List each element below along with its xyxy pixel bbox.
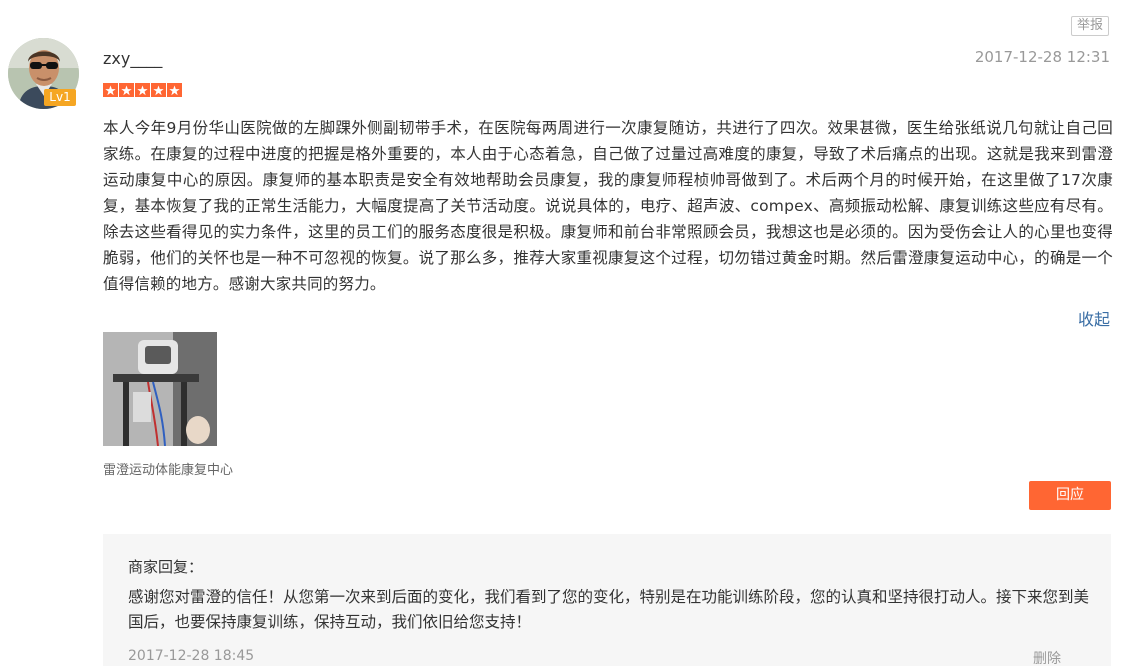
- username[interactable]: zxy____: [103, 49, 162, 68]
- review-timestamp: 2017-12-28 12:31: [974, 48, 1110, 66]
- review-photo-thumbnail[interactable]: [103, 332, 217, 446]
- star-icon: [167, 83, 182, 97]
- photo-caption: 雷澄运动体能康复中心: [103, 463, 234, 478]
- reply-button[interactable]: 回应: [1029, 481, 1111, 510]
- merchant-reply-box: 商家回复： 感谢您对雷澄的信任！从您第一次来到后面的变化，我们看到了您的变化，特…: [103, 534, 1111, 666]
- star-icon: [119, 83, 134, 97]
- merchant-reply-title: 商家回复：: [128, 558, 204, 576]
- star-rating: [103, 83, 182, 97]
- review-text: 本人今年9月份华山医院做的左脚踝外侧副韧带手术，在医院每两周进行一次康复随访，共…: [103, 119, 1113, 293]
- photo-image: [103, 332, 217, 446]
- merchant-reply-timestamp: 2017-12-28 18:45: [128, 648, 255, 664]
- merchant-reply-text: 感谢您对雷澄的信任！从您第一次来到后面的变化，我们看到了您的变化，特别是在功能训…: [128, 588, 1090, 631]
- report-button[interactable]: 举报: [1071, 16, 1109, 36]
- review-card: 举报 Lv1 zxy____ 2017-12-28 12:31 本人今年9月份华…: [0, 0, 1138, 666]
- star-icon: [151, 83, 166, 97]
- collapse-link[interactable]: 收起: [1078, 306, 1110, 330]
- delete-link[interactable]: 删除: [1033, 648, 1061, 666]
- star-icon: [103, 83, 118, 97]
- star-icon: [135, 83, 150, 97]
- user-level-badge: Lv1: [44, 89, 76, 106]
